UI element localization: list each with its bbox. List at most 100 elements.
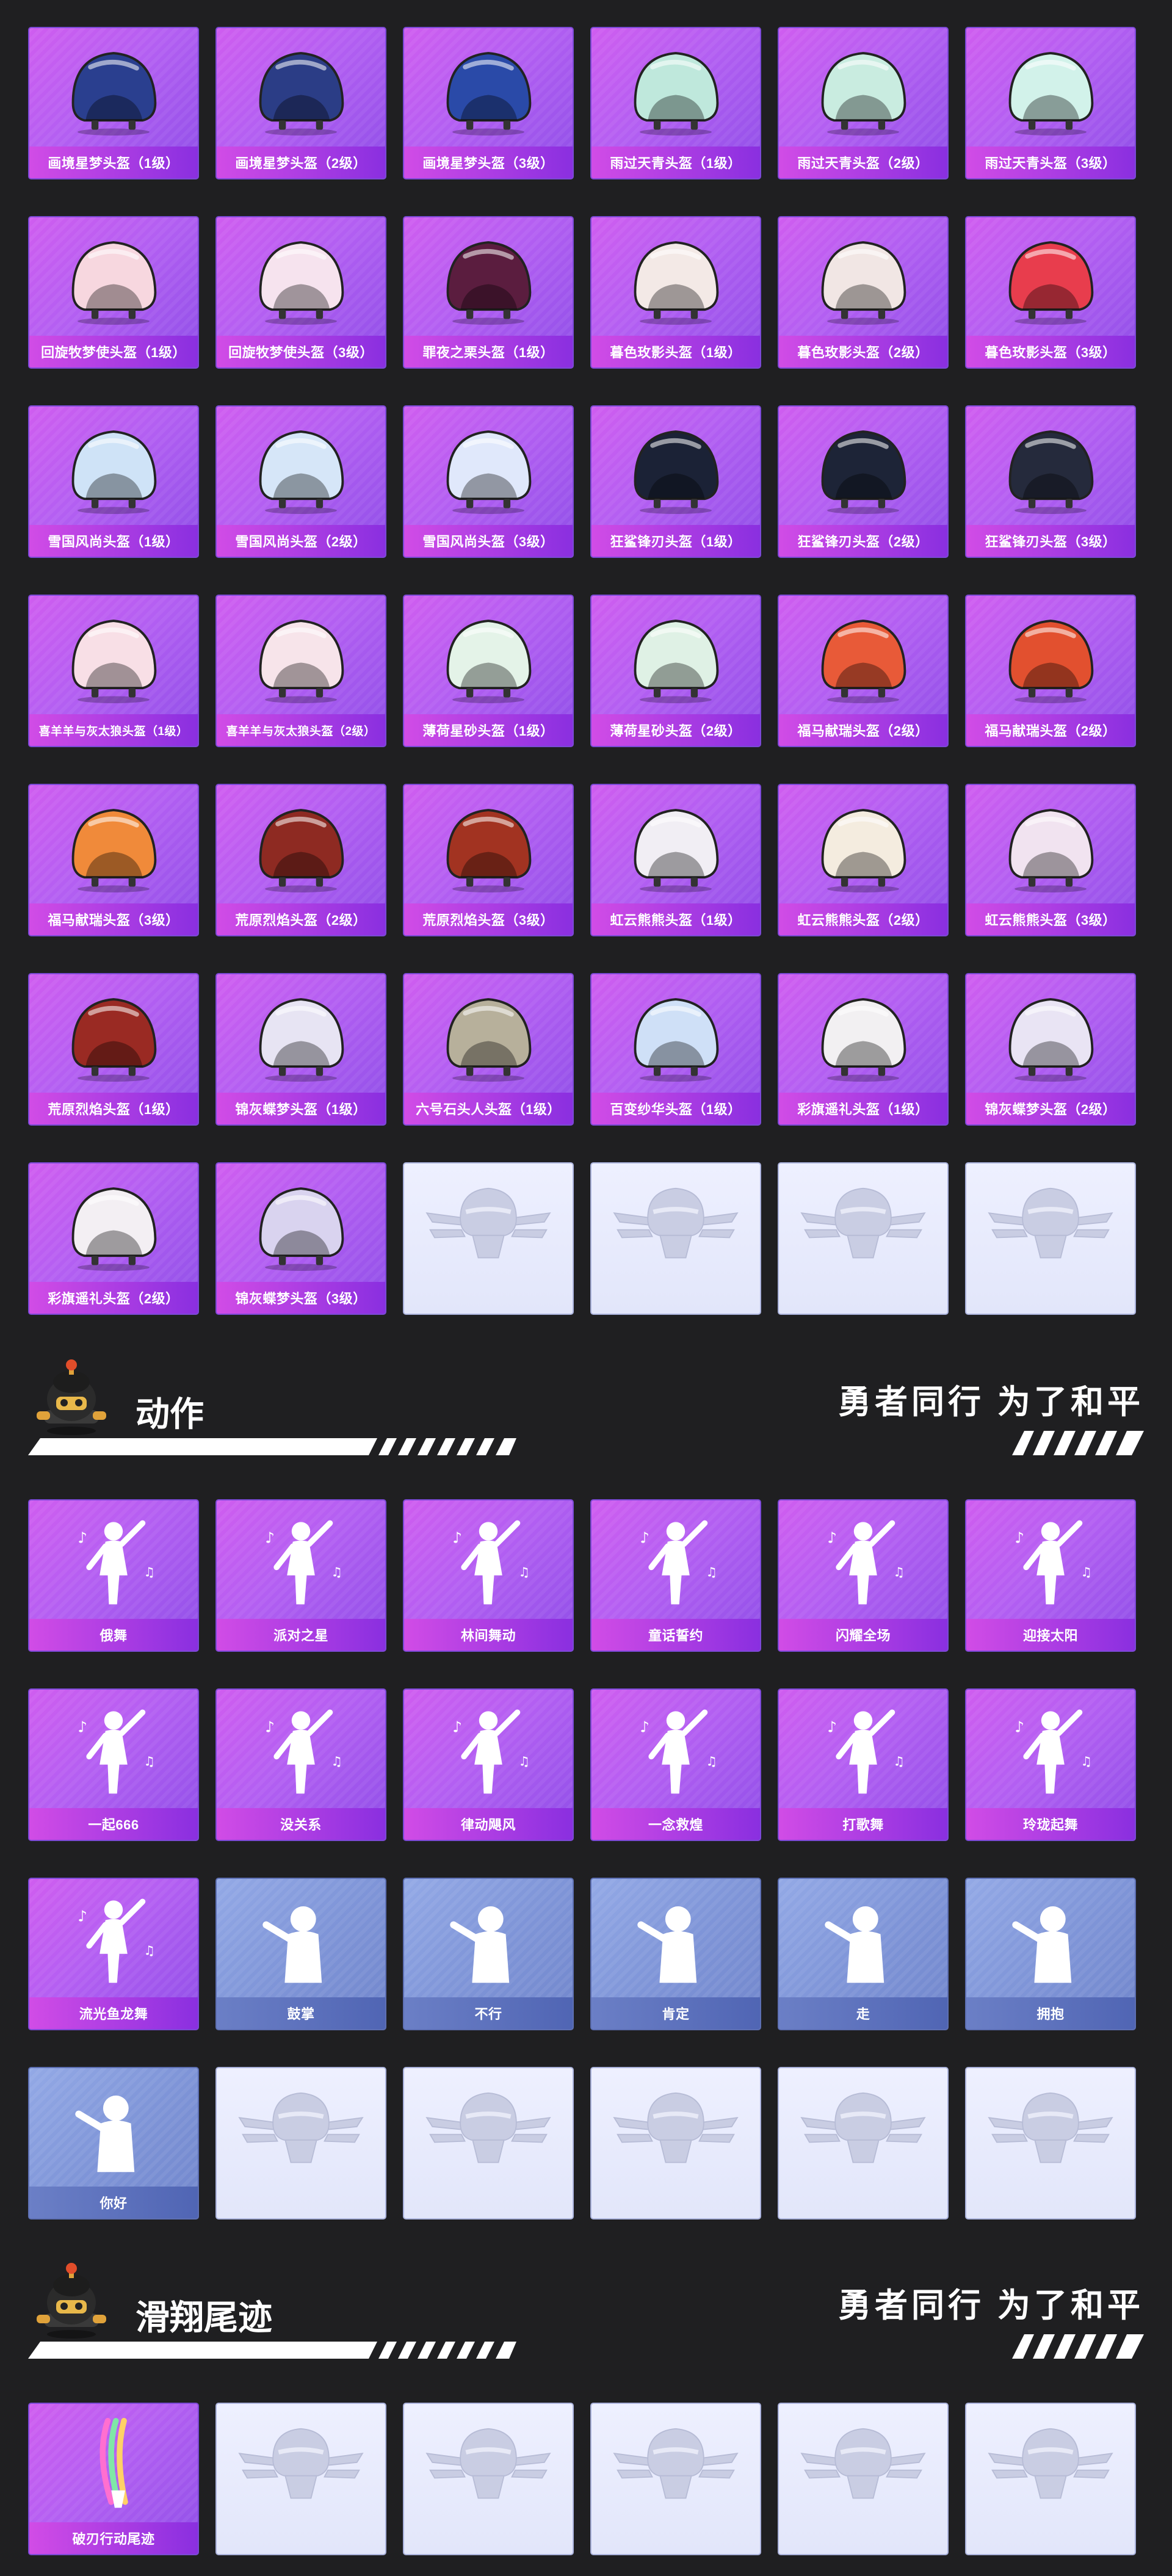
- item-card[interactable]: 福马献瑞头盔（2级）: [965, 595, 1136, 747]
- svg-text:♪: ♪: [452, 1718, 462, 1736]
- item-label-bar: 拥抱: [966, 1997, 1135, 2029]
- item-card[interactable]: 画境星梦头盔（3级）: [403, 27, 574, 179]
- item-card[interactable]: 罪夜之栗头盔（1级）: [403, 216, 574, 369]
- item-card[interactable]: 百变纱华头盔（1级）: [590, 973, 761, 1126]
- dance-icon: ♪ ♫: [779, 1690, 947, 1811]
- item-card[interactable]: ♪ ♫ 流光鱼龙舞: [28, 1878, 199, 2030]
- item-card[interactable]: 彩旗遥礼头盔（2级）: [28, 1162, 199, 1315]
- item-card[interactable]: 不行: [403, 1878, 574, 2030]
- item-card[interactable]: ♪ ♫ 派对之星: [215, 1499, 386, 1652]
- item-label-bar: 迎接太阳: [966, 1619, 1135, 1651]
- item-card[interactable]: 画境星梦头盔（2级）: [215, 27, 386, 179]
- helmet-icon: [217, 974, 385, 1095]
- item-card[interactable]: 拥抱: [965, 1878, 1136, 2030]
- emblem-placeholder-icon: [966, 1163, 1135, 1284]
- item-card[interactable]: 虹云熊熊头盔（3级）: [965, 784, 1136, 936]
- item-card[interactable]: 暮色玫影头盔（1级）: [590, 216, 761, 369]
- item-card[interactable]: 破刃行动尾迹: [28, 2403, 199, 2555]
- item-card[interactable]: 狂鲨锋刃头盔（3级）: [965, 405, 1136, 558]
- header-stripe-left: [28, 2342, 516, 2359]
- svg-text:♫: ♫: [143, 1944, 155, 1958]
- item-card[interactable]: 荒原烈焰头盔（2级）: [215, 784, 386, 936]
- item-card[interactable]: ♪ ♫ 律动飓风: [403, 1688, 574, 1841]
- trail-grid: 破刃行动尾迹: [28, 2403, 1137, 2555]
- item-card[interactable]: 回旋牧梦使头盔（1级）: [28, 216, 199, 369]
- item-card[interactable]: 雪国风尚头盔（3级）: [403, 405, 574, 558]
- item-label: 暮色玫影头盔（3级）: [985, 345, 1116, 360]
- empty-slot-card: [215, 2067, 386, 2220]
- helmet-icon: [217, 1163, 385, 1284]
- item-card[interactable]: 狂鲨锋刃头盔（1级）: [590, 405, 761, 558]
- item-card[interactable]: 虹云熊熊头盔（1级）: [590, 784, 761, 936]
- item-card[interactable]: ♪ ♫ 闪耀全场: [778, 1499, 949, 1652]
- item-card[interactable]: 狂鲨锋刃头盔（2级）: [778, 405, 949, 558]
- item-card[interactable]: 你好: [28, 2067, 199, 2220]
- item-card[interactable]: 彩旗遥礼头盔（1级）: [778, 973, 949, 1126]
- header-stripe-right: [1012, 1431, 1144, 1455]
- item-card[interactable]: 薄荷星砂头盔（2级）: [590, 595, 761, 747]
- item-card[interactable]: ♪ ♫ 没关系: [215, 1688, 386, 1841]
- item-card[interactable]: 荒原烈焰头盔（1级）: [28, 973, 199, 1126]
- dance-icon: ♪ ♫: [217, 1690, 385, 1811]
- item-label-bar: 暮色玫影头盔（1级）: [591, 336, 760, 367]
- item-card[interactable]: 雪国风尚头盔（2级）: [215, 405, 386, 558]
- item-card[interactable]: 锦灰蝶梦头盔（2级）: [965, 973, 1136, 1126]
- item-card[interactable]: 走: [778, 1878, 949, 2030]
- item-card[interactable]: 虹云熊熊头盔（2级）: [778, 784, 949, 936]
- item-label-bar: 福马献瑞头盔（2级）: [779, 714, 947, 746]
- item-card[interactable]: ♪ ♫ 一念救煌: [590, 1688, 761, 1841]
- item-label: 走: [856, 2006, 870, 2022]
- item-label-bar: 你好: [29, 2187, 198, 2218]
- item-card[interactable]: 肯定: [590, 1878, 761, 2030]
- item-label: 画境星梦头盔（3级）: [422, 156, 554, 171]
- item-card[interactable]: 暮色玫影头盔（3级）: [965, 216, 1136, 369]
- svg-text:♫: ♫: [331, 1565, 342, 1580]
- item-card[interactable]: 鼓掌: [215, 1878, 386, 2030]
- emblem-placeholder-icon: [404, 2068, 573, 2189]
- item-card[interactable]: 喜羊羊与灰太狼头盔（2级）: [215, 595, 386, 747]
- item-card[interactable]: ♪ ♫ 一起666: [28, 1688, 199, 1841]
- item-card[interactable]: 暮色玫影头盔（2级）: [778, 216, 949, 369]
- item-card[interactable]: 雨过天青头盔（2级）: [778, 27, 949, 179]
- item-label-bar: 荒原烈焰头盔（2级）: [217, 903, 385, 935]
- item-card[interactable]: ♪ ♫ 迎接太阳: [965, 1499, 1136, 1652]
- item-label: 锦灰蝶梦头盔（2级）: [985, 1102, 1116, 1117]
- emblem-placeholder-icon: [779, 2068, 947, 2189]
- item-label: 虹云熊熊头盔（1级）: [610, 913, 742, 928]
- item-label-bar: 流光鱼龙舞: [29, 1997, 198, 2029]
- item-card[interactable]: ♪ ♫ 玲珑起舞: [965, 1688, 1136, 1841]
- item-card[interactable]: 雨过天青头盔（1级）: [590, 27, 761, 179]
- item-card[interactable]: 福马献瑞头盔（2级）: [778, 595, 949, 747]
- slogan-text: 勇者同行 为了和平: [837, 2287, 1144, 2324]
- item-label: 雨过天青头盔（3级）: [985, 156, 1116, 171]
- item-label: 派对之星: [273, 1628, 328, 1643]
- empty-slot-card: [403, 1162, 574, 1315]
- item-card[interactable]: 雪国风尚头盔（1级）: [28, 405, 199, 558]
- item-card[interactable]: 六号石头人头盔（1级）: [403, 973, 574, 1126]
- item-label-bar: 雨过天青头盔（1级）: [591, 147, 760, 178]
- item-card[interactable]: 锦灰蝶梦头盔（3级）: [215, 1162, 386, 1315]
- item-card[interactable]: ♪ ♫ 林间舞动: [403, 1499, 574, 1652]
- item-label-bar: 画境星梦头盔（3级）: [404, 147, 573, 178]
- dance-icon: ♪ ♫: [404, 1690, 573, 1811]
- svg-text:♫: ♫: [518, 1565, 530, 1580]
- item-card[interactable]: ♪ ♫ 打歌舞: [778, 1688, 949, 1841]
- item-card[interactable]: 喜羊羊与灰太狼头盔（1级）: [28, 595, 199, 747]
- item-label: 狂鲨锋刃头盔（1级）: [610, 534, 742, 549]
- item-card[interactable]: 锦灰蝶梦头盔（1级）: [215, 973, 386, 1126]
- item-label-bar: 百变纱华头盔（1级）: [591, 1093, 760, 1124]
- item-label: 鼓掌: [287, 2006, 315, 2022]
- helmet-icon: [404, 974, 573, 1095]
- svg-text:♫: ♫: [331, 1754, 342, 1769]
- item-card[interactable]: 雨过天青头盔（3级）: [965, 27, 1136, 179]
- item-card[interactable]: ♪ ♫ 童话誓约: [590, 1499, 761, 1652]
- item-card[interactable]: 薄荷星砂头盔（1级）: [403, 595, 574, 747]
- item-card[interactable]: 回旋牧梦使头盔（3级）: [215, 216, 386, 369]
- item-card[interactable]: 画境星梦头盔（1级）: [28, 27, 199, 179]
- section-title: 动作: [136, 1395, 204, 1433]
- item-card[interactable]: ♪ ♫ 俄舞: [28, 1499, 199, 1652]
- helmet-icon: [966, 28, 1135, 149]
- item-card[interactable]: 福马献瑞头盔（3级）: [28, 784, 199, 936]
- emblem-placeholder-icon: [779, 2404, 947, 2525]
- item-card[interactable]: 荒原烈焰头盔（3级）: [403, 784, 574, 936]
